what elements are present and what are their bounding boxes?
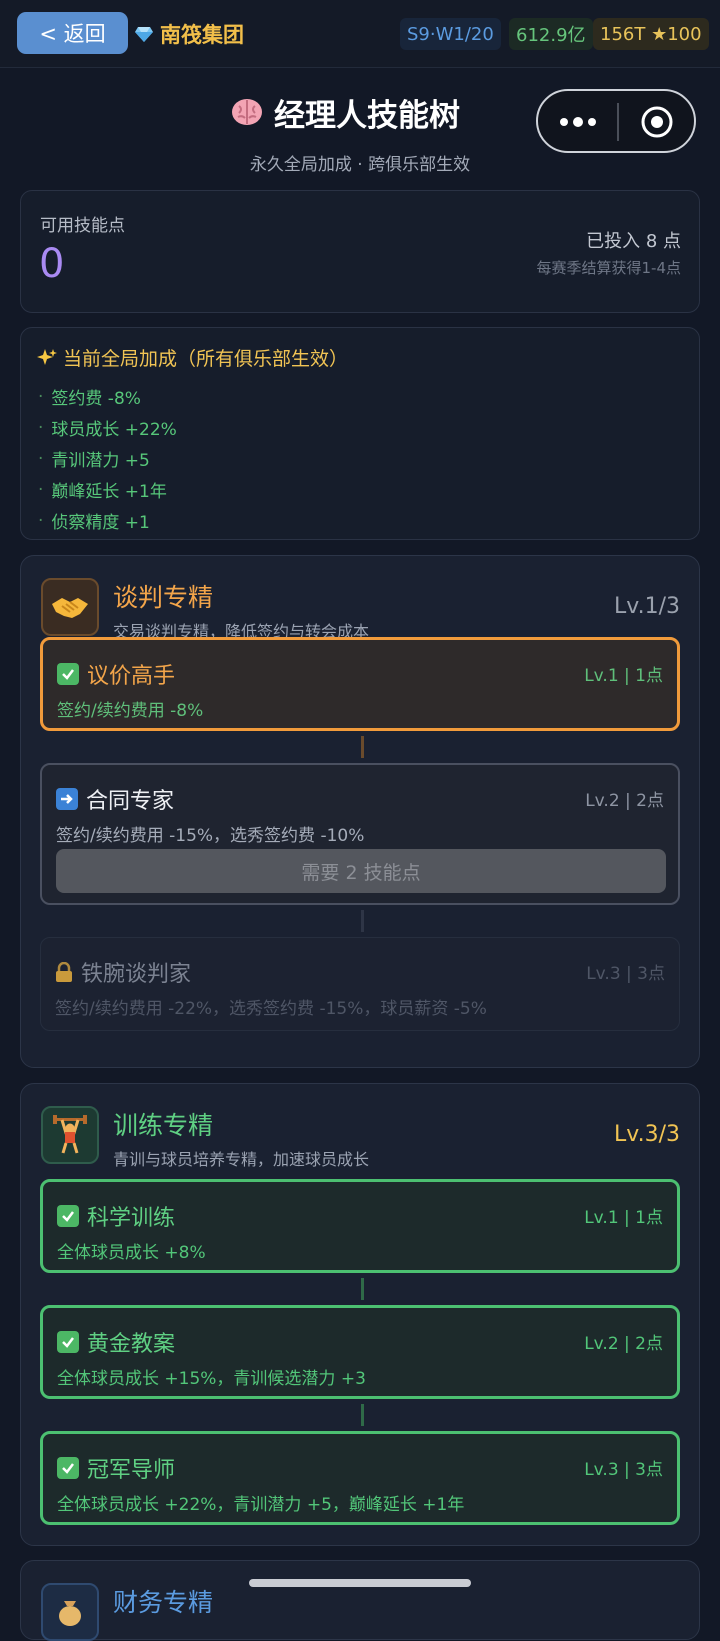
skill-effect: 全体球员成长 +15%，青训候选潜力 +3 [57, 1369, 366, 1389]
skill-name: 冠军导师 [57, 1452, 175, 1484]
checkmark-icon [57, 1205, 79, 1227]
skill-name: 合同专家 [56, 783, 174, 815]
bonus-item: · 签约费 -8% [38, 386, 141, 410]
branch-negotiation: 谈判专精 交易谈判专精，降低签约与转会成本 Lv.1/3 议价高手 Lv.1 |… [20, 555, 700, 1068]
top-bar: < 返回 南筏集团 S9·W1/20 612.9亿 156T ★100 [0, 0, 720, 68]
skill-effect: 签约/续约费用 -22%，选秀签约费 -15%，球员薪资 -5% [55, 999, 487, 1019]
group-name: 南筏集团 [134, 18, 244, 50]
checkmark-icon [57, 663, 79, 685]
weightlifter-icon [41, 1106, 99, 1164]
close-target-icon[interactable] [640, 105, 674, 139]
skill-level-cost: Lv.2 | 2点 [584, 1334, 663, 1354]
skill-name: 议价高手 [57, 658, 175, 690]
page-title-text: 经理人技能树 [274, 97, 460, 134]
node-connector [361, 1278, 364, 1300]
bonus-item: · 巅峰延长 +1年 [38, 479, 167, 503]
skill-effect: 全体球员成长 +8% [57, 1243, 206, 1263]
branch-desc: 青训与球员培养专精，加速球员成长 [113, 1150, 370, 1169]
skill-level-cost: Lv.1 | 1点 [584, 1208, 663, 1228]
handshake-icon [41, 578, 99, 636]
bonus-list: · 签约费 -8% · 球员成长 +22% · 青训潜力 +5 · 巅峰延长 +1年 ·… [38, 381, 177, 536]
branch-finance: 财务专精 [20, 1560, 700, 1641]
back-button[interactable]: < 返回 [17, 12, 128, 54]
home-indicator[interactable] [249, 1579, 471, 1587]
skill-level-cost: Lv.2 | 2点 [585, 791, 664, 811]
branch-name: 训练专精 [113, 1111, 214, 1140]
more-icon[interactable] [560, 111, 610, 133]
branch-name: 谈判专精 [113, 583, 214, 612]
bonus-title: 当前全局加成（所有俱乐部生效） [37, 344, 348, 371]
skill-name: 科学训练 [57, 1200, 175, 1232]
need-points-button[interactable]: 需要 2 技能点 [56, 849, 666, 893]
skill-effect: 签约/续约费用 -15%，选秀签约费 -10% [56, 826, 365, 846]
skill-level-cost: Lv.3 | 3点 [586, 964, 665, 984]
skill-effect: 签约/续约费用 -8% [57, 701, 204, 721]
skill-effect: 全体球员成长 +22%，青训潜力 +5，巅峰延长 +1年 [57, 1495, 465, 1515]
lock-icon [56, 962, 72, 982]
sparkles-icon [37, 348, 57, 365]
group-name-label: 南筏集团 [160, 23, 244, 47]
bonus-item: · 侦察精度 +1 [38, 510, 150, 534]
points-label: 可用技能点 [40, 216, 125, 236]
checkmark-icon [57, 1331, 79, 1353]
skill-node-completed[interactable]: 科学训练 Lv.1 | 1点 全体球员成长 +8% [40, 1179, 680, 1273]
skill-node-available[interactable]: 合同专家 Lv.2 | 2点 签约/续约费用 -15%，选秀签约费 -10% 需… [40, 763, 680, 905]
checkmark-icon [57, 1457, 79, 1479]
skill-points-card: 可用技能点 0 已投入 8 点 每赛季结算获得1-4点 [20, 190, 700, 313]
node-connector [361, 1404, 364, 1426]
skill-node-completed[interactable]: 议价高手 Lv.1 | 1点 签约/续约费用 -8% [40, 637, 680, 731]
branch-name: 财务专精 [113, 1588, 214, 1617]
right-arrow-icon [56, 788, 78, 810]
branch-training: 训练专精 青训与球员培养专精，加速球员成长 Lv.3/3 科学训练 Lv.1 |… [20, 1083, 700, 1546]
node-connector [361, 910, 364, 932]
skill-name: 铁腕谈判家 [55, 956, 191, 988]
bonus-item: · 球员成长 +22% [38, 417, 177, 441]
diamond-icon [135, 27, 153, 42]
branch-level: Lv.3/3 [614, 1122, 680, 1147]
page-subtitle: 永久全局加成 · 跨俱乐部生效 [249, 155, 471, 175]
skill-node-completed[interactable]: 冠军导师 Lv.3 | 3点 全体球员成长 +22%，青训潜力 +5，巅峰延长 … [40, 1431, 680, 1525]
capsule-divider [617, 103, 619, 141]
skill-node-locked: 铁腕谈判家 Lv.3 | 3点 签约/续约费用 -22%，选秀签约费 -15%，… [40, 937, 680, 1031]
branch-level: Lv.1/3 [614, 594, 680, 619]
skill-node-completed[interactable]: 黄金教案 Lv.2 | 2点 全体球员成长 +15%，青训候选潜力 +3 [40, 1305, 680, 1399]
bonus-title-text: 当前全局加成（所有俱乐部生效） [63, 348, 349, 370]
skill-level-cost: Lv.1 | 1点 [584, 666, 663, 686]
skill-level-cost: Lv.3 | 3点 [584, 1460, 663, 1480]
rating-badge: 156T ★100 [593, 18, 709, 50]
skill-name: 黄金教案 [57, 1326, 175, 1358]
node-connector [361, 736, 364, 758]
bonus-item: · 青训潜力 +5 [38, 448, 150, 472]
brain-icon [232, 99, 262, 125]
money-badge: 612.9亿 [509, 18, 593, 50]
finance-icon [41, 1583, 99, 1641]
season-gain-note: 每赛季结算获得1-4点 [536, 259, 681, 277]
points-value: 0 [39, 241, 65, 287]
season-badge: S9·W1/20 [400, 18, 501, 50]
global-bonus-card: 当前全局加成（所有俱乐部生效） · 签约费 -8% · 球员成长 +22% · 青训潜… [20, 327, 700, 540]
invested-points: 已投入 8 点 [586, 231, 681, 252]
miniprogram-capsule [536, 89, 696, 153]
